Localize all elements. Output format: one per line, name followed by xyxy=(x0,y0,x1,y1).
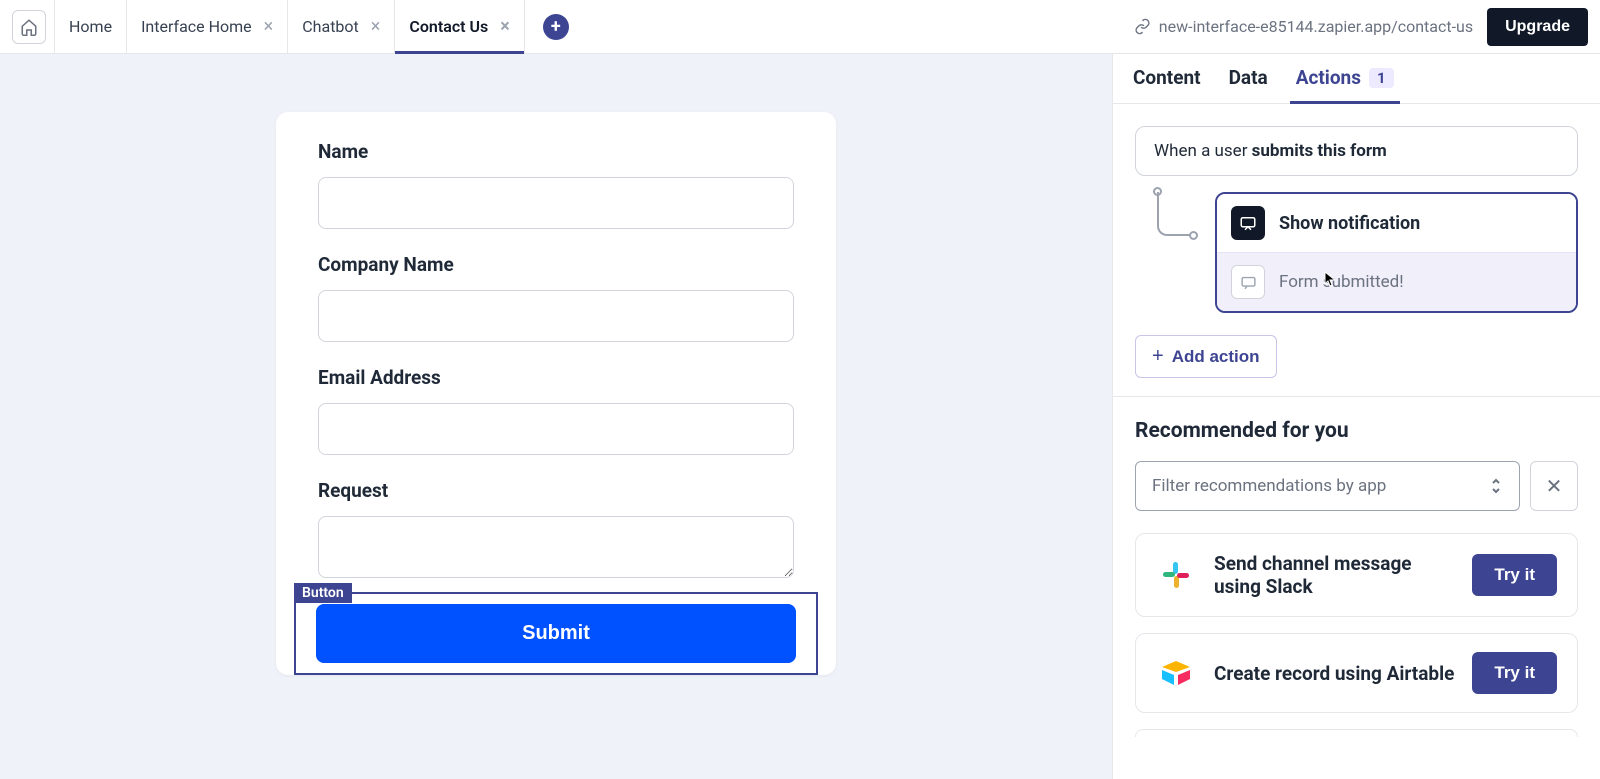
rec-card-slack[interactable]: Send channel message using Slack Try it xyxy=(1135,533,1578,617)
tab-label: Interface Home xyxy=(141,17,252,36)
close-icon[interactable]: × xyxy=(500,18,510,36)
add-action-label: Add action xyxy=(1172,347,1260,367)
topbar-right: new-interface-e85144.zapier.app/contact-… xyxy=(1134,8,1588,46)
action-body[interactable]: Form submitted! xyxy=(1217,252,1576,311)
action-body-text: Form submitted! xyxy=(1279,272,1404,292)
panel-tabs: Content Data Actions 1 xyxy=(1113,54,1600,104)
name-input[interactable] xyxy=(318,177,794,229)
close-icon[interactable]: × xyxy=(264,18,274,36)
tab-chatbot[interactable]: Chatbot × xyxy=(288,0,395,54)
tab-label: Contact Us xyxy=(409,17,488,36)
field-label-email: Email Address xyxy=(318,366,794,389)
field-label-company: Company Name xyxy=(318,253,794,276)
trigger-bold: submits this form xyxy=(1252,141,1387,161)
topbar: Home Interface Home × Chatbot × Contact … xyxy=(0,0,1600,54)
close-icon: ✕ xyxy=(1546,474,1563,498)
try-it-button[interactable]: Try it xyxy=(1472,652,1557,694)
field-label-name: Name xyxy=(318,140,794,163)
recommended-section: Recommended for you Filter recommendatio… xyxy=(1113,397,1600,775)
action-title: Show notification xyxy=(1279,213,1420,234)
trigger-box[interactable]: When a user submits this form xyxy=(1135,126,1578,176)
filter-placeholder: Filter recommendations by app xyxy=(1152,476,1386,496)
add-tab-button[interactable]: + xyxy=(543,14,569,40)
rec-card-partial xyxy=(1135,729,1578,737)
home-icon xyxy=(20,18,38,36)
email-input[interactable] xyxy=(318,403,794,455)
right-panel: Content Data Actions 1 When a user submi… xyxy=(1112,54,1600,779)
tab-label: Chatbot xyxy=(302,17,359,36)
panel-tab-data[interactable]: Data xyxy=(1229,66,1268,103)
rec-title: Create record using Airtable xyxy=(1214,662,1454,685)
tabs-group: Home Interface Home × Chatbot × Contact … xyxy=(12,0,569,54)
filter-clear-button[interactable]: ✕ xyxy=(1530,461,1578,511)
panel-tab-label: Actions xyxy=(1296,66,1361,89)
home-icon-button[interactable] xyxy=(12,10,46,44)
message-icon xyxy=(1231,265,1265,299)
chevron-updown-icon xyxy=(1489,477,1503,495)
connector-line xyxy=(1157,192,1193,236)
canvas-area: Name Company Name Email Address Request … xyxy=(0,54,1112,779)
action-card[interactable]: Show notification Form submitted! xyxy=(1215,192,1578,313)
plus-icon: + xyxy=(551,16,561,37)
tab-contact-us[interactable]: Contact Us × xyxy=(395,0,524,54)
company-input[interactable] xyxy=(318,290,794,342)
close-icon[interactable]: × xyxy=(371,18,381,36)
filter-select[interactable]: Filter recommendations by app xyxy=(1135,461,1520,511)
url-text: new-interface-e85144.zapier.app/contact-… xyxy=(1159,17,1473,36)
submit-button[interactable]: Submit xyxy=(316,604,796,663)
upgrade-button[interactable]: Upgrade xyxy=(1487,8,1588,46)
notification-icon xyxy=(1231,206,1265,240)
panel-tab-actions[interactable]: Actions 1 xyxy=(1296,66,1394,103)
selection-tag: Button xyxy=(294,583,352,603)
connector-dot-icon xyxy=(1189,231,1198,240)
trigger-prefix: When a user xyxy=(1154,141,1252,161)
request-textarea[interactable] xyxy=(318,516,794,578)
form-card[interactable]: Name Company Name Email Address Request … xyxy=(276,112,836,675)
button-selection-frame[interactable]: Button Submit xyxy=(294,592,818,675)
rec-card-airtable[interactable]: Create record using Airtable Try it xyxy=(1135,633,1578,713)
recommended-heading: Recommended for you xyxy=(1135,419,1578,443)
filter-row: Filter recommendations by app ✕ xyxy=(1135,461,1578,511)
rec-title: Send channel message using Slack xyxy=(1214,552,1454,598)
tab-interface-home[interactable]: Interface Home × xyxy=(127,0,288,54)
actions-count-badge: 1 xyxy=(1369,68,1394,88)
slack-icon xyxy=(1156,555,1196,595)
action-head: Show notification xyxy=(1217,194,1576,252)
url-display[interactable]: new-interface-e85144.zapier.app/contact-… xyxy=(1134,17,1473,36)
link-icon xyxy=(1134,18,1151,35)
actions-section: When a user submits this form Show notif… xyxy=(1113,104,1600,397)
tab-home[interactable]: Home xyxy=(54,0,127,54)
main-area: Name Company Name Email Address Request … xyxy=(0,54,1600,779)
add-action-button[interactable]: + Add action xyxy=(1135,335,1277,378)
plus-icon: + xyxy=(1152,345,1164,368)
field-label-request: Request xyxy=(318,479,794,502)
connector: Show notification Form submitted! xyxy=(1135,192,1578,313)
try-it-button[interactable]: Try it xyxy=(1472,554,1557,596)
tab-label: Home xyxy=(69,17,112,36)
panel-tab-content[interactable]: Content xyxy=(1133,66,1201,103)
airtable-icon xyxy=(1156,653,1196,693)
